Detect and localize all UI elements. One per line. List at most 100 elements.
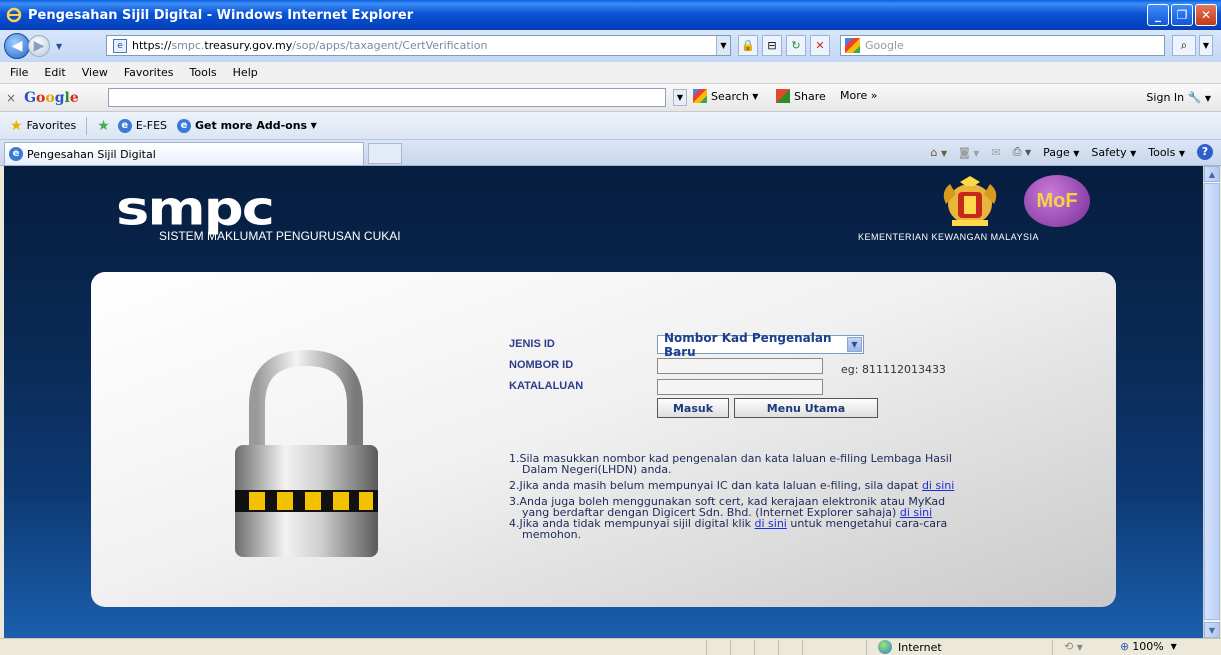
padlock-icon	[235, 350, 378, 557]
smpc-logo: smpc	[116, 180, 275, 237]
url-dropdown-icon[interactable]: ▼	[716, 36, 730, 55]
favorite-get-addons[interactable]: e Get more Add-ons ▼	[177, 118, 317, 133]
menu-help[interactable]: Help	[225, 66, 266, 79]
jenis-id-value: Nombor Kad Pengenalan Baru	[664, 330, 832, 359]
status-divider	[730, 640, 731, 655]
zoom-level[interactable]: ⊕ 100% ▼	[1120, 640, 1177, 653]
status-divider	[778, 640, 779, 655]
nombor-id-input[interactable]	[657, 358, 823, 374]
tools-menu[interactable]: Tools ▼	[1148, 146, 1185, 159]
print-icon[interactable]: ⎙ ▼	[1013, 145, 1031, 159]
url-path: /sop/apps/taxagent/CertVerification	[292, 39, 488, 52]
katalaluan-label: KATALALUAN	[509, 380, 584, 392]
command-bar: ⌂ ▼ ◙ ▼ ✉ ⎙ ▼ Page ▼ Safety ▼ Tools ▼ ?	[930, 144, 1213, 160]
search-input[interactable]: Google	[840, 35, 1165, 56]
minimize-button[interactable]: _	[1147, 4, 1169, 26]
tab-pengesahan[interactable]: e Pengesahan Sijil Digital	[4, 142, 364, 165]
mail-icon[interactable]: ✉	[991, 146, 1000, 159]
menu-favorites[interactable]: Favorites	[116, 66, 182, 79]
toolbar-close-icon[interactable]: ×	[6, 91, 16, 105]
nombor-id-example: eg: 811112013433	[841, 363, 946, 376]
note-4: 4.Jika anda tidak mempunyai sijil digita…	[509, 517, 948, 541]
url-domain: treasury.gov.my	[204, 39, 293, 52]
maximize-button[interactable]: ❐	[1171, 4, 1193, 26]
note-1: 1.Sila masukkan nombor kad pengenalan da…	[509, 452, 952, 476]
help-icon[interactable]: ?	[1197, 144, 1213, 160]
share-button[interactable]: Share	[776, 89, 826, 103]
forward-button[interactable]: ▶	[28, 35, 50, 57]
ie-logo-icon	[6, 7, 22, 23]
favorites-button[interactable]: ★ Favorites	[10, 118, 76, 134]
menu-bar: File Edit View Favorites Tools Help	[0, 62, 1221, 84]
home-icon[interactable]: ⌂ ▼	[930, 146, 947, 159]
menu-utama-button[interactable]: Menu Utama	[734, 398, 878, 418]
instructions: 1.Sila masukkan nombor kad pengenalan da…	[509, 453, 1049, 545]
favorite-efes[interactable]: e E-FES	[117, 118, 167, 133]
search-placeholder: Google	[865, 39, 904, 52]
menu-file[interactable]: File	[2, 66, 36, 79]
google-toolbar: × Google ▼ Search ▼ Share More » Sign In…	[0, 84, 1221, 112]
close-button[interactable]: ✕	[1195, 4, 1217, 26]
scroll-down-icon[interactable]: ▼	[1204, 622, 1220, 638]
page-icon: e	[113, 38, 127, 53]
scroll-up-icon[interactable]: ▲	[1204, 166, 1220, 182]
google-logo: Google	[24, 89, 79, 106]
favorites-bar: ★ Favorites ★ e E-FES e Get more Add-ons…	[0, 112, 1221, 140]
history-dropdown-icon[interactable]: ▼	[56, 42, 62, 51]
chevron-down-icon[interactable]: ▼	[847, 337, 862, 352]
lock-icon[interactable]: 🔒	[738, 35, 758, 56]
masuk-button[interactable]: Masuk	[657, 398, 729, 418]
feeds-icon[interactable]: ◙ ▼	[959, 146, 979, 159]
search-button[interactable]: ⌕	[1172, 35, 1196, 56]
favorites-star-icon: ★	[10, 117, 23, 134]
more-button[interactable]: More »	[840, 89, 878, 102]
system-name: SISTEM MAKLUMAT PENGURUSAN CUKAI	[159, 229, 401, 243]
window-controls: _ ❐ ✕	[1147, 4, 1217, 26]
url-prefix: https://	[132, 39, 172, 52]
status-divider	[706, 640, 707, 655]
google-icon	[693, 89, 707, 103]
favorites-divider	[86, 116, 88, 135]
add-favorites-button[interactable]: ★	[97, 118, 114, 134]
status-bar: Internet ⟲ ▼ ⊕ 100% ▼	[0, 638, 1221, 655]
note-4-link[interactable]: di sini	[755, 517, 787, 530]
safety-menu[interactable]: Safety ▼	[1091, 146, 1136, 159]
globe-icon	[878, 640, 892, 654]
refresh-icon[interactable]: ↻	[786, 35, 806, 56]
stop-icon[interactable]: ✕	[810, 35, 830, 56]
url-field[interactable]: e https://smpc. treasury.gov.my/sop/apps/…	[106, 35, 731, 56]
note-2: 2.Jika anda masih belum mempunyai IC dan…	[509, 479, 955, 492]
compatibility-icon[interactable]: ⊟	[762, 35, 782, 56]
page-content: smpc SISTEM MAKLUMAT PENGURUSAN CUKAI Mo…	[4, 166, 1203, 638]
back-button[interactable]: ◀	[4, 33, 30, 59]
katalaluan-input[interactable]	[657, 379, 823, 395]
ie-page-icon: e	[177, 118, 192, 133]
status-divider	[1052, 640, 1053, 655]
ie-page-icon: e	[9, 147, 23, 161]
search-options-icon[interactable]: ▼	[1199, 35, 1213, 56]
note-2-link[interactable]: di sini	[922, 479, 954, 492]
page-menu[interactable]: Page ▼	[1043, 146, 1079, 159]
mof-logo: MoF	[1024, 175, 1090, 227]
menu-view[interactable]: View	[74, 66, 116, 79]
google-search-dropdown-icon[interactable]: ▼	[673, 89, 687, 106]
menu-tools[interactable]: Tools	[182, 66, 225, 79]
vertical-scrollbar[interactable]: ▲ ▼	[1203, 166, 1220, 638]
jenis-id-select[interactable]: Nombor Kad Pengenalan Baru ▼	[657, 331, 864, 359]
protected-mode-icon[interactable]: ⟲ ▼	[1064, 640, 1083, 653]
google-search-button[interactable]: Search ▼	[693, 89, 758, 103]
status-divider	[802, 640, 803, 655]
sign-in-button[interactable]: Sign In 🔧 ▼	[1146, 91, 1211, 104]
security-zone[interactable]: Internet	[878, 640, 942, 654]
new-tab-button[interactable]	[368, 143, 402, 164]
title-bar: Pengesahan Sijil Digital - Windows Inter…	[0, 0, 1221, 30]
url-subdomain: smpc.	[171, 39, 205, 52]
window-title: Pengesahan Sijil Digital - Windows Inter…	[28, 7, 414, 23]
login-panel: JENIS ID Nombor Kad Pengenalan Baru ▼ NO…	[91, 272, 1116, 607]
note-3: 3.Anda juga boleh menggunakan soft cert,…	[509, 495, 946, 519]
google-toolbar-search-input[interactable]	[108, 88, 666, 107]
wrench-icon: 🔧	[1187, 91, 1202, 104]
scroll-thumb[interactable]	[1204, 183, 1220, 620]
google-search-icon	[845, 38, 860, 53]
menu-edit[interactable]: Edit	[36, 66, 73, 79]
